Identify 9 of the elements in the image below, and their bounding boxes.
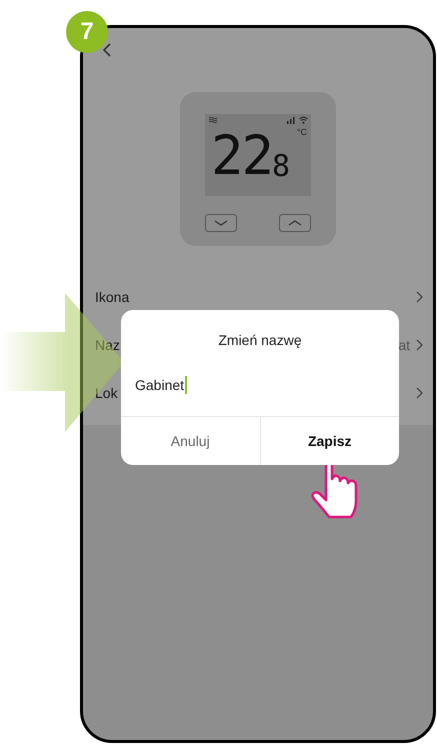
row-label: Lok	[95, 384, 118, 402]
row-label: Ikona	[95, 288, 130, 306]
step-badge: 7	[66, 11, 108, 53]
temperature-decimal: 8	[272, 150, 290, 184]
unit-label: °C	[296, 126, 307, 139]
row-value: at	[398, 336, 410, 354]
dialog-title: Zmień nazwę	[218, 331, 302, 350]
temperature-digits: 22	[211, 128, 272, 184]
row-label: Naz	[95, 336, 120, 354]
